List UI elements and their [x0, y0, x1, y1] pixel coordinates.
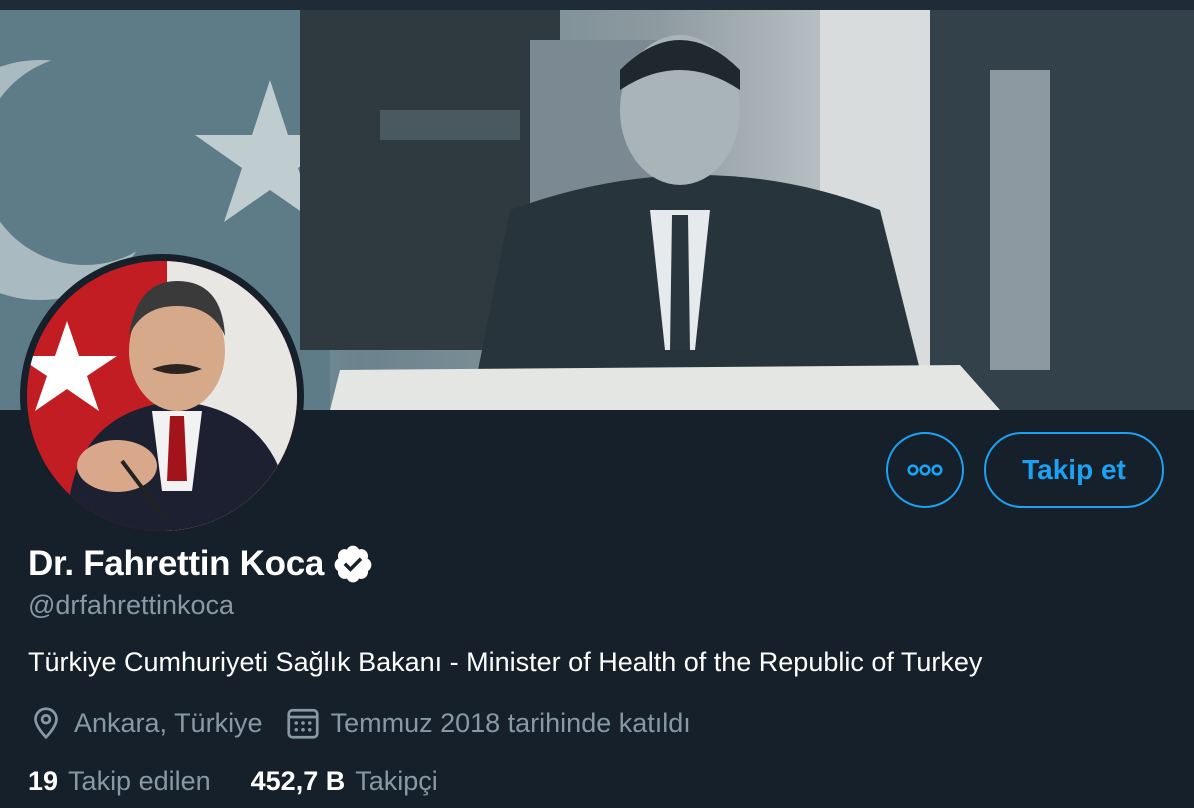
following-link[interactable]: 19 Takip edilen [28, 766, 211, 797]
profile-location: Ankara, Türkiye [74, 707, 263, 738]
followers-count: 452,7 B [250, 765, 346, 796]
profile-meta: Ankara, Türkiye Temmuz 2018 tarihinde ka… [28, 703, 691, 743]
profile-name-row: Dr. Fahrettin Koca [28, 542, 374, 586]
following-label: Takip edilen [68, 765, 211, 796]
profile-avatar[interactable] [20, 254, 304, 538]
followers-label: Takipçi [355, 765, 438, 796]
profile-handle: @drfahrettinkoca [28, 590, 235, 620]
follow-button-label: Takip et [1022, 454, 1126, 485]
profile-bio: Türkiye Cumhuriyeti Sağlık Bakanı - Mini… [28, 647, 983, 677]
more-options-icon [907, 464, 943, 476]
verified-badge-icon [334, 545, 372, 583]
profile-joined-date: Temmuz 2018 tarihinde katıldı [330, 707, 691, 738]
following-count: 19 [28, 765, 59, 796]
calendar-icon [286, 708, 319, 739]
avatar-photo [27, 261, 297, 531]
follow-button[interactable]: Takip et [984, 432, 1164, 508]
top-bar [0, 0, 1194, 10]
location-pin-icon [34, 707, 58, 740]
profile-stats: 19 Takip edilen 452,7 B Takipçi [28, 762, 438, 800]
more-options-button[interactable] [886, 432, 964, 508]
profile-name: Dr. Fahrettin Koca [28, 544, 325, 583]
followers-link[interactable]: 452,7 B Takipçi [251, 766, 438, 797]
